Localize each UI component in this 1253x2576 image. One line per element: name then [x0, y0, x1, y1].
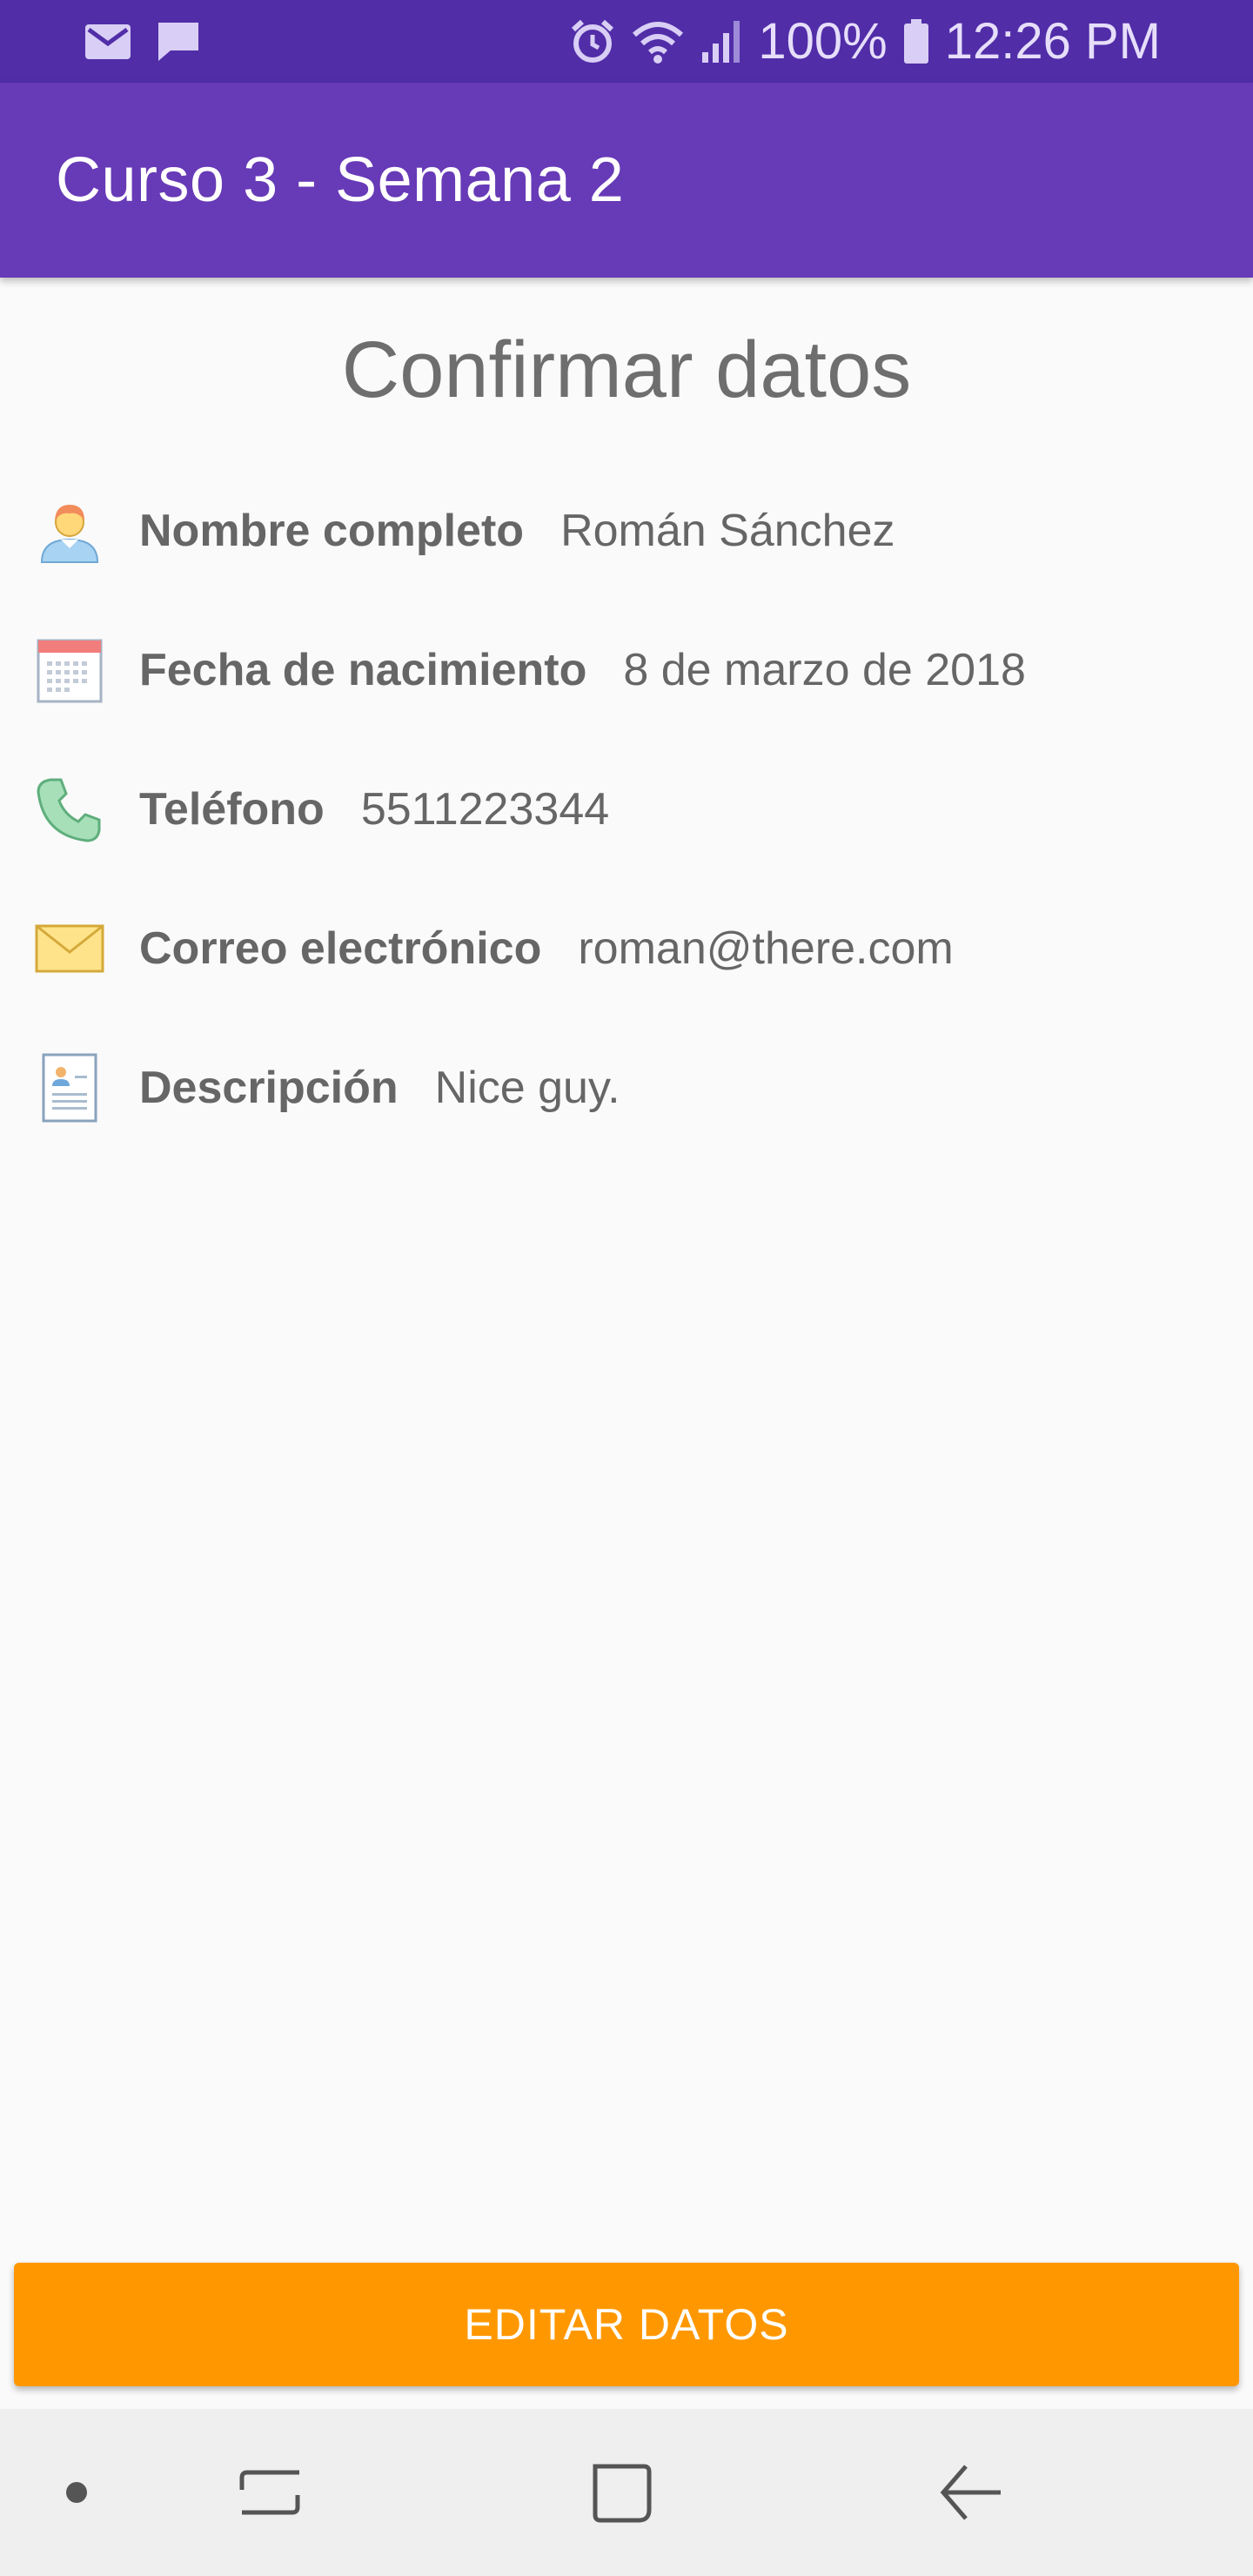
field-description: Descripción Nice guy. [139, 1040, 620, 1136]
recent-apps-icon[interactable] [228, 2451, 312, 2534]
field-row-birth-date: Fecha de nacimiento 8 de marzo de 2018 [0, 622, 1253, 718]
envelope-icon [35, 914, 104, 983]
field-value-email: roman@there.com [578, 923, 954, 974]
field-row-email: Correo electrónico roman@there.com [0, 901, 1253, 996]
field-full-name: Nombre completo Román Sánchez [139, 483, 895, 579]
message-icon [157, 21, 200, 63]
field-row-phone: Teléfono 5511223344 [0, 761, 1253, 857]
status-right-area: 100% 12:26 PM [570, 14, 1161, 70]
field-value-full-name: Román Sánchez [560, 506, 895, 556]
calendar-icon [35, 635, 104, 705]
battery-percentage: 100% [758, 13, 888, 70]
contact-card-icon [35, 1053, 104, 1123]
field-value-phone: 5511223344 [360, 784, 610, 835]
edit-data-button[interactable]: EDITAR DATOS [14, 2263, 1239, 2386]
app-bar: Curso 3 - Semana 2 [0, 83, 1253, 278]
user-icon [35, 496, 104, 566]
field-value-description: Nice guy. [434, 1063, 620, 1113]
alarm-icon [570, 19, 615, 64]
clock-time: 12:26 PM [944, 13, 1161, 70]
battery-icon [903, 19, 929, 64]
field-label-email: Correo electrónico [139, 923, 542, 974]
app-title: Curso 3 - Semana 2 [56, 145, 625, 215]
field-label-phone: Teléfono [139, 784, 325, 835]
field-label-full-name: Nombre completo [139, 506, 525, 556]
field-label-description: Descripción [139, 1063, 399, 1113]
field-email: Correo electrónico roman@there.com [139, 901, 954, 996]
page-title: Confirmar datos [341, 325, 912, 414]
field-label-birth-date: Fecha de nacimiento [139, 645, 587, 695]
field-value-birth-date: 8 de marzo de 2018 [623, 645, 1026, 695]
phone-icon [35, 775, 104, 844]
home-icon[interactable] [580, 2451, 663, 2534]
mail-icon [84, 23, 132, 61]
status-bar: 100% 12:26 PM [0, 0, 1253, 83]
navigation-bar [0, 2409, 1253, 2576]
dot-icon[interactable] [35, 2451, 118, 2534]
back-icon[interactable] [929, 2451, 1013, 2534]
field-phone: Teléfono 5511223344 [139, 761, 609, 857]
wifi-icon [631, 19, 685, 64]
status-left-icons [84, 21, 200, 63]
signal-icon [700, 19, 742, 64]
field-row-full-name: Nombre completo Román Sánchez [0, 483, 1253, 579]
field-birth-date: Fecha de nacimiento 8 de marzo de 2018 [139, 622, 1026, 718]
field-row-description: Descripción Nice guy. [0, 1040, 1253, 1136]
